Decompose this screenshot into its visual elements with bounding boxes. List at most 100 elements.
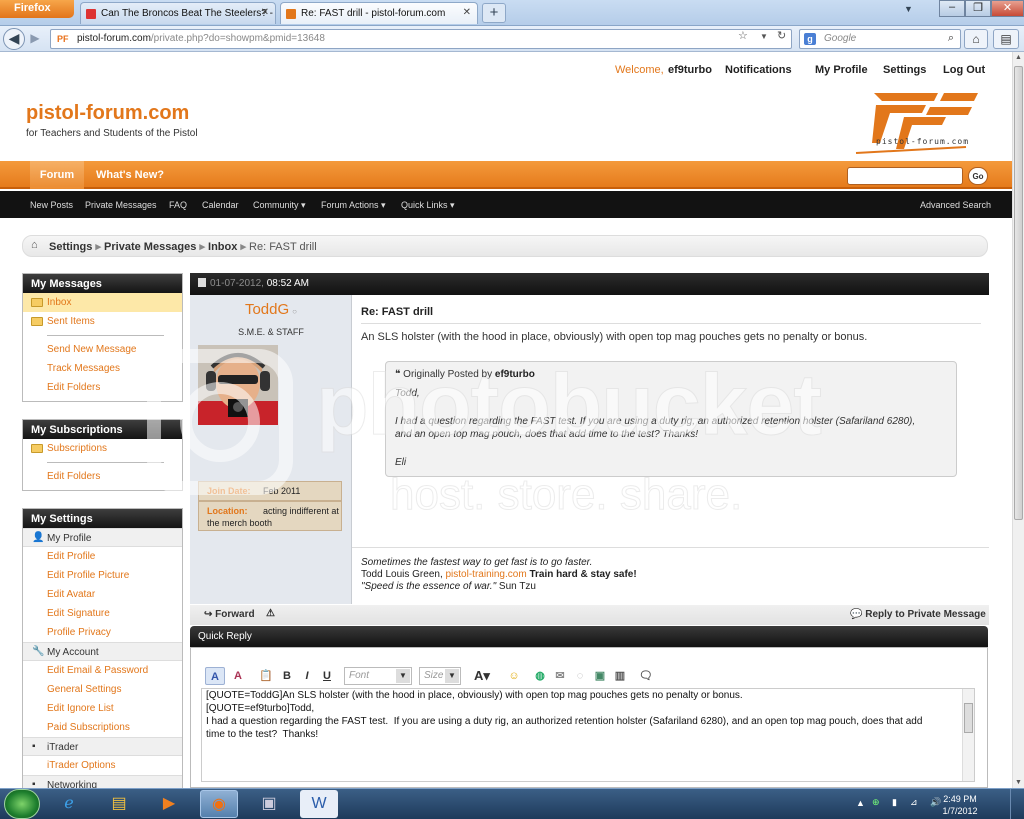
new-posts-link[interactable]: New Posts [30, 200, 73, 210]
breadcrumb-settings[interactable]: Settings [49, 241, 92, 253]
faq-link[interactable]: FAQ [169, 200, 187, 210]
quote-icon[interactable]: 🗨 [637, 667, 655, 685]
back-button[interactable]: ◀ [3, 28, 25, 50]
home-icon[interactable]: ⌂ [964, 29, 988, 49]
tab-broncos[interactable]: Can The Broncos Beat The Steelers? - ...… [80, 2, 276, 24]
image-icon[interactable]: ▣ [591, 667, 609, 685]
breadcrumb-inbox[interactable]: Inbox [208, 241, 237, 253]
close-tab-icon[interactable]: ✕ [261, 7, 269, 18]
font-select[interactable]: Font ▼ [344, 667, 412, 685]
scrollbar-thumb[interactable] [964, 703, 973, 733]
forward-button[interactable]: ↪ Forward [204, 609, 255, 620]
sidebar-item-sent[interactable]: Sent Items [23, 312, 182, 331]
breadcrumb-private-messages[interactable]: Private Messages [104, 241, 196, 253]
bookmark-star-icon[interactable]: ☆ [738, 29, 748, 42]
go-button[interactable]: Go [968, 167, 988, 185]
media-player-icon[interactable]: ▶ [150, 790, 188, 818]
tab-list-icon[interactable]: ▼ [904, 4, 913, 14]
search-icon[interactable]: ⌕ [948, 32, 954, 45]
scroll-down-icon[interactable]: ▼ [1015, 779, 1022, 786]
minimize-icon[interactable]: – [939, 0, 965, 17]
sidebar-item-profile-privacy[interactable]: Profile Privacy [23, 623, 182, 642]
close-tab-icon[interactable]: ✕ [463, 7, 471, 18]
site-title[interactable]: pistol-forum.com [26, 102, 189, 125]
smilie-icon[interactable]: ☺ [505, 667, 523, 685]
link-icon[interactable]: ◍ [531, 667, 549, 685]
new-tab-button[interactable]: + [482, 3, 506, 23]
scrollbar-thumb[interactable] [1014, 66, 1023, 520]
textarea-scrollbar[interactable] [962, 689, 974, 781]
log-out-link[interactable]: Log Out [943, 64, 985, 76]
url-dropdown-icon[interactable]: ▼ [760, 32, 768, 41]
size-select[interactable]: Size ▼ [419, 667, 461, 685]
tab-forum[interactable]: Forum [30, 161, 84, 189]
sidebar-item-general-settings[interactable]: General Settings [23, 680, 182, 699]
sidebar-item-edit-signature[interactable]: Edit Signature [23, 604, 182, 623]
avatar[interactable] [198, 345, 278, 425]
username-link[interactable]: ef9turbo [668, 64, 712, 76]
tray-expand-icon[interactable]: ▲ [856, 798, 865, 808]
email-icon[interactable]: ✉ [551, 667, 569, 685]
page-scrollbar[interactable]: ▲ ▼ [1012, 52, 1024, 788]
sidebar-item-edit-folders[interactable]: Edit Folders [23, 378, 182, 397]
tab-whats-new[interactable]: What's New? [87, 161, 173, 189]
forum-actions-menu[interactable]: Forum Actions ▾ [321, 200, 386, 211]
tab-fast-drill[interactable]: Re: FAST drill - pistol-forum.com ✕ [280, 2, 478, 24]
home-icon[interactable]: ⌂ [31, 239, 38, 251]
report-warning-icon[interactable]: ⚠ [266, 608, 275, 619]
paste-icon[interactable]: 📋 [257, 667, 275, 685]
sidebar-item-edit-ignore[interactable]: Edit Ignore List [23, 699, 182, 718]
text-color-icon[interactable]: A▾ [469, 667, 495, 685]
italic-icon[interactable]: I [299, 667, 315, 685]
bold-icon[interactable]: B [279, 667, 295, 685]
menu-icon[interactable]: ▤ [993, 29, 1019, 49]
firefox-menu-button[interactable]: Firefox [0, 0, 74, 18]
search-input[interactable]: g Google ⌕ [799, 29, 961, 49]
sidebar-item-inbox[interactable]: Inbox [23, 293, 182, 312]
close-window-icon[interactable]: ✕ [991, 0, 1024, 17]
quick-links-menu[interactable]: Quick Links ▾ [401, 200, 455, 211]
remove-format-icon[interactable]: A [229, 667, 247, 685]
start-button[interactable] [4, 789, 40, 819]
wysiwyg-toggle-icon[interactable]: A [205, 667, 225, 685]
url-bar[interactable]: PF pistol-forum.com/private.php?do=showp… [50, 29, 792, 49]
unlink-icon[interactable]: ◌ [571, 667, 589, 685]
sidebar-item-send-new[interactable]: Send New Message [23, 340, 182, 359]
underline-icon[interactable]: U [319, 667, 335, 685]
sidebar-item-subscriptions[interactable]: Subscriptions [23, 439, 182, 458]
sidebar-item-paid-subscriptions[interactable]: Paid Subscriptions [23, 718, 182, 737]
notifications-link[interactable]: Notifications [725, 64, 792, 76]
sidebar-item-edit-avatar[interactable]: Edit Avatar [23, 585, 182, 604]
sidebar-item-track[interactable]: Track Messages [23, 359, 182, 378]
quote-author[interactable]: ef9turbo [495, 369, 535, 380]
explorer-icon[interactable]: ▤ [100, 790, 138, 818]
battery-icon[interactable]: ▮ [892, 797, 897, 808]
my-profile-link[interactable]: My Profile [815, 64, 868, 76]
ie-icon[interactable]: ℯ [50, 790, 88, 818]
taskbar-clock[interactable]: 2:49 PM 1/7/2012 [934, 793, 986, 817]
site-logo[interactable]: pistol-forum.com [846, 83, 986, 159]
show-desktop-button[interactable] [1010, 789, 1024, 819]
advanced-search-link[interactable]: Advanced Search [920, 200, 991, 210]
signature-link[interactable]: pistol-training.com [446, 569, 527, 580]
reload-icon[interactable]: ↻ [777, 29, 786, 42]
sidebar-item-edit-folders[interactable]: Edit Folders [23, 467, 182, 486]
network-status-icon[interactable]: ⊕ [872, 797, 880, 808]
calendar-link[interactable]: Calendar [202, 200, 239, 210]
firefox-icon[interactable]: ◉ [200, 790, 238, 818]
private-messages-link[interactable]: Private Messages [85, 200, 157, 210]
reply-button[interactable]: 💬 Reply to Private Message [850, 609, 986, 620]
wifi-icon[interactable]: ⊿ [910, 797, 918, 808]
sidebar-item-edit-email[interactable]: Edit Email & Password [23, 661, 182, 680]
sidebar-item-itrader-options[interactable]: iTrader Options [23, 756, 182, 775]
quick-reply-textarea[interactable]: [QUOTE=ToddG]An SLS holster (with the ho… [201, 688, 975, 782]
restore-icon[interactable]: ❐ [965, 0, 991, 17]
forward-button[interactable]: ▶ [27, 30, 43, 48]
word-icon[interactable]: W [300, 790, 338, 818]
video-icon[interactable]: ▥ [611, 667, 629, 685]
community-menu[interactable]: Community ▾ [253, 200, 306, 211]
settings-link[interactable]: Settings [883, 64, 926, 76]
post-author[interactable]: ToddG ○ [190, 301, 352, 318]
sidebar-item-edit-profile[interactable]: Edit Profile [23, 547, 182, 566]
quick-search-input[interactable] [847, 167, 963, 185]
